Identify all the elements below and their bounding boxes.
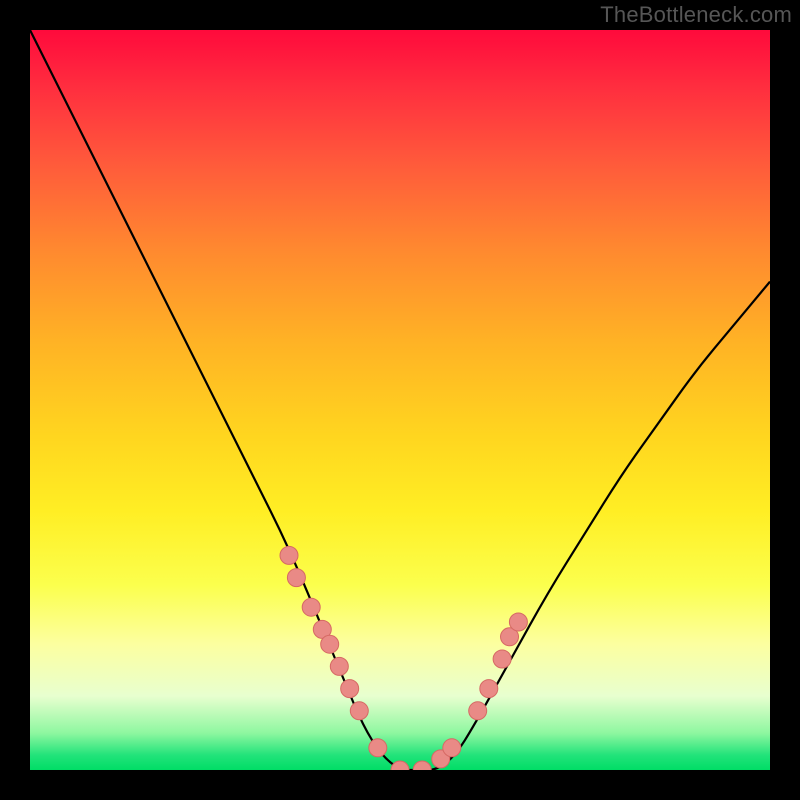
- marker-point: [369, 739, 387, 757]
- curve-path: [30, 30, 770, 770]
- marker-point: [469, 702, 487, 720]
- marker-point: [480, 680, 498, 698]
- chart-svg: [30, 30, 770, 770]
- marker-point: [391, 761, 409, 770]
- marker-point: [280, 546, 298, 564]
- marker-group: [280, 546, 527, 770]
- marker-point: [302, 598, 320, 616]
- marker-point: [330, 657, 348, 675]
- marker-point: [321, 635, 339, 653]
- marker-point: [350, 702, 368, 720]
- marker-point: [493, 650, 511, 668]
- marker-point: [509, 613, 527, 631]
- watermark-text: TheBottleneck.com: [600, 2, 792, 28]
- marker-point: [287, 569, 305, 587]
- chart-frame: TheBottleneck.com: [0, 0, 800, 800]
- marker-point: [443, 739, 461, 757]
- marker-point: [413, 761, 431, 770]
- chart-plot-area: [30, 30, 770, 770]
- marker-point: [341, 680, 359, 698]
